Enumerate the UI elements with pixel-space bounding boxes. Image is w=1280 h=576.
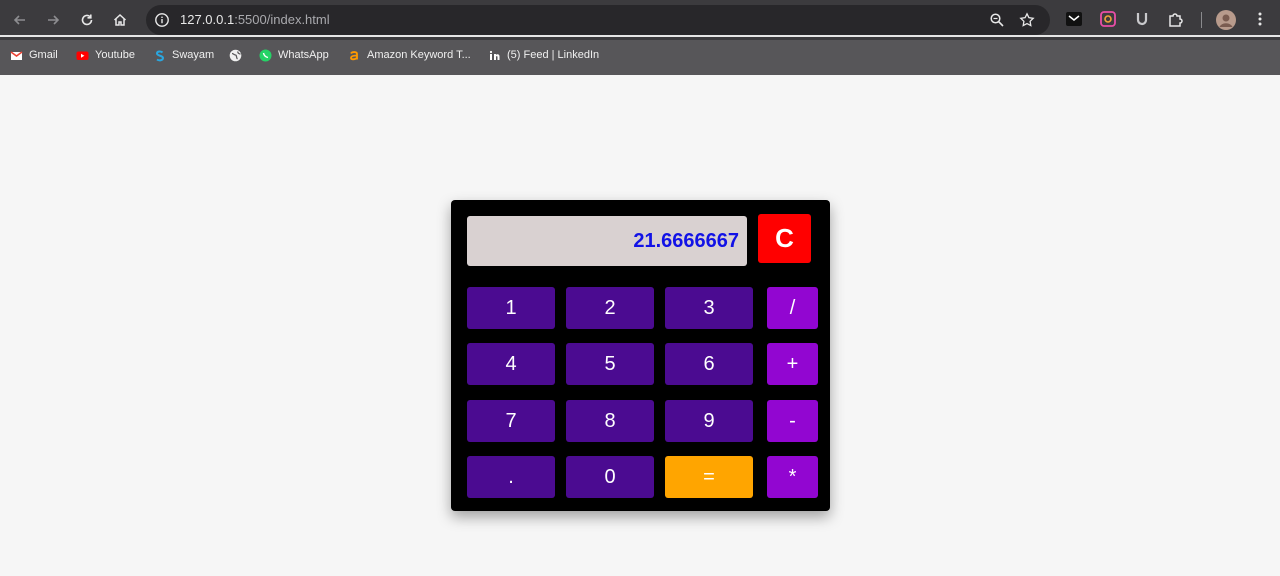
key-9[interactable]: 9 xyxy=(665,400,753,442)
key-5[interactable]: 5 xyxy=(566,343,654,385)
bookmark-label: Youtube xyxy=(95,49,135,61)
subtract-button[interactable]: - xyxy=(767,400,818,442)
url-text[interactable]: 127.0.0.1:5500/index.html xyxy=(180,5,330,35)
gmail-icon xyxy=(10,50,23,60)
key-4[interactable]: 4 xyxy=(467,343,555,385)
mail-extension-icon[interactable] xyxy=(1065,10,1083,28)
bookmark-gmail[interactable]: Gmail xyxy=(10,47,58,63)
site-info-icon[interactable] xyxy=(154,12,170,28)
toolbar-separator xyxy=(0,35,1280,37)
key-3[interactable]: 3 xyxy=(665,287,753,329)
bookmark-globe[interactable] xyxy=(229,47,248,63)
calculator: 21.6666667 C 1 2 3 / 4 5 6 + 7 8 9 - . 0… xyxy=(451,200,830,511)
divide-button[interactable]: / xyxy=(767,287,818,329)
toolbar-divider xyxy=(1201,12,1202,28)
screenshot-extension-icon[interactable] xyxy=(1099,10,1117,28)
amazon-icon xyxy=(350,50,358,60)
bookmark-whatsapp[interactable]: WhatsApp xyxy=(259,47,329,63)
linkedin-icon xyxy=(488,49,501,61)
swayam-icon xyxy=(155,49,165,61)
reload-icon[interactable] xyxy=(75,8,99,32)
key-0[interactable]: 0 xyxy=(566,456,654,498)
bookmark-label: Gmail xyxy=(29,49,58,61)
more-menu-icon[interactable] xyxy=(1251,10,1269,28)
extensions-puzzle-icon[interactable] xyxy=(1167,10,1185,28)
url-host: 127.0.0.1 xyxy=(180,12,235,27)
u-extension-icon[interactable] xyxy=(1133,10,1151,28)
bookmark-star-icon[interactable] xyxy=(1019,12,1035,28)
home-icon[interactable] xyxy=(108,8,132,32)
whatsapp-icon xyxy=(259,49,272,61)
multiply-button[interactable]: * xyxy=(767,456,818,498)
decimal-button[interactable]: . xyxy=(467,456,555,498)
browser-toolbar: 127.0.0.1:5500/index.html xyxy=(0,0,1280,40)
bookmark-label: WhatsApp xyxy=(278,49,329,61)
address-bar[interactable]: 127.0.0.1:5500/index.html xyxy=(146,5,1050,35)
bookmark-linkedin[interactable]: (5) Feed | LinkedIn xyxy=(488,47,599,63)
key-1[interactable]: 1 xyxy=(467,287,555,329)
back-icon[interactable] xyxy=(8,8,32,32)
profile-avatar[interactable] xyxy=(1216,10,1236,30)
youtube-icon xyxy=(76,51,89,60)
bookmarks-bar: Gmail Youtube Swayam WhatsApp Amazon Key… xyxy=(0,40,1280,75)
bookmark-youtube[interactable]: Youtube xyxy=(76,47,135,63)
bookmark-swayam[interactable]: Swayam xyxy=(153,47,214,63)
key-7[interactable]: 7 xyxy=(467,400,555,442)
key-8[interactable]: 8 xyxy=(566,400,654,442)
bookmark-label: Swayam xyxy=(172,49,215,61)
clear-button[interactable]: C xyxy=(758,214,811,263)
equals-button[interactable]: = xyxy=(665,456,753,498)
globe-icon xyxy=(229,49,242,61)
forward-icon[interactable] xyxy=(41,8,65,32)
bookmark-amazon[interactable]: Amazon Keyword T... xyxy=(348,47,471,63)
url-path: :5500/index.html xyxy=(234,12,330,27)
key-2[interactable]: 2 xyxy=(566,287,654,329)
zoom-icon[interactable] xyxy=(989,12,1005,28)
calculator-display: 21.6666667 xyxy=(467,216,747,266)
bookmark-label: Amazon Keyword T... xyxy=(367,49,471,61)
add-button[interactable]: + xyxy=(767,343,818,385)
bookmark-label: (5) Feed | LinkedIn xyxy=(507,49,600,61)
key-6[interactable]: 6 xyxy=(665,343,753,385)
